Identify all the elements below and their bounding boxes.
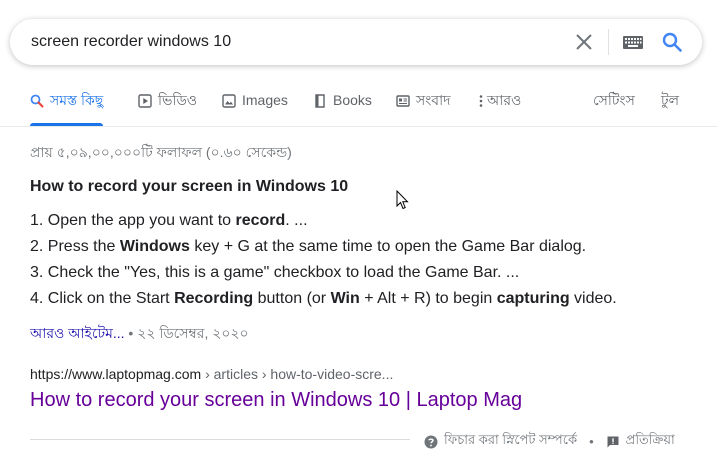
- feedback-link[interactable]: প্রতিক্রিয়া: [626, 431, 675, 452]
- search-icon: [30, 94, 44, 108]
- step-text: 2. Press the: [30, 238, 120, 255]
- footer-separator: •: [589, 434, 594, 449]
- book-icon: [315, 94, 325, 108]
- snippet-step: 1. Open the app you want to record. ...: [30, 210, 617, 236]
- tab-images[interactable]: Images: [222, 90, 288, 126]
- clear-icon[interactable]: [575, 33, 593, 51]
- snippet-title: How to record your screen in Windows 10: [30, 178, 348, 196]
- tab-books[interactable]: Books: [313, 90, 372, 126]
- snippet-title-text: How to: [30, 178, 88, 195]
- snippet-step: 3. Check the "Yes, this is a game" check…: [30, 262, 617, 288]
- step-text-bold: record: [235, 212, 286, 229]
- step-text: 4. Click on the Start: [30, 290, 175, 307]
- step-text-bold: Windows: [119, 238, 190, 255]
- more-items-link[interactable]: আরও আইটেম...: [30, 325, 125, 341]
- snippet-footer: ফিচার করা স্নিপেট সম্পর্কে • প্রতিক্রিয়…: [424, 431, 675, 452]
- snippet-title-text: in: [232, 178, 256, 195]
- settings-link[interactable]: সেটিংস: [593, 90, 635, 126]
- tools-link[interactable]: টুল: [661, 90, 679, 126]
- more-vert-icon: [479, 95, 483, 107]
- snippet-steps: 1. Open the app you want to record. ... …: [30, 210, 617, 314]
- tab-videos[interactable]: ভিডিও: [138, 90, 197, 126]
- feedback-icon: [607, 436, 619, 447]
- step-text-bold: Recording: [174, 290, 254, 307]
- snippet-divider: [30, 439, 410, 440]
- help-icon: [424, 435, 438, 448]
- snippet-date: • ২২ ডিসেম্বর, ২০২০: [124, 325, 249, 341]
- snippet-step: 4. Click on the Start Recording button (…: [30, 288, 617, 314]
- tabs-divider: [0, 126, 717, 127]
- result-domain: https://www.laptopmag.com: [30, 366, 202, 382]
- tab-all[interactable]: সমস্ত কিছু: [30, 90, 104, 126]
- snippet-step: 2. Press the Windows key + G at the same…: [30, 236, 617, 262]
- mouse-cursor-icon: [396, 190, 409, 210]
- result-url[interactable]: https://www.laptopmag.com › articles › h…: [30, 366, 393, 382]
- search-tabs: সমস্ত কিছু ভিডিও Images Books সংবাদ আরও …: [0, 90, 717, 126]
- snippet-title-text: record: [87, 178, 138, 195]
- image-icon: [222, 94, 236, 108]
- search-divider: [608, 29, 609, 55]
- search-input[interactable]: screen recorder windows 10: [31, 33, 231, 51]
- tab-label: ভিডিও: [158, 92, 198, 108]
- tab-more[interactable]: আরও: [478, 90, 521, 126]
- tab-label: Images: [242, 92, 288, 108]
- settings-label: সেটিংস: [593, 92, 635, 108]
- video-icon: [138, 94, 152, 108]
- step-text: 1. Open the app you want to: [30, 212, 236, 229]
- step-text: video.: [569, 290, 617, 307]
- tab-label: সংবাদ: [416, 92, 451, 108]
- news-icon: [396, 95, 410, 107]
- snippet-title-text: Windows 10: [255, 178, 349, 195]
- snippet-title-text: your: [137, 178, 182, 195]
- tools-label: টুল: [661, 92, 680, 108]
- tab-news[interactable]: সংবাদ: [396, 90, 450, 126]
- result-breadcrumb: › articles › how-to-video-scre...: [201, 366, 394, 382]
- result-stats: প্রায় ৫,০৯,০০,০০০টি ফলাফল (০.৬০ সেকেন্ড…: [30, 144, 292, 160]
- tab-label: আরও: [487, 92, 522, 108]
- snippet-title-text: screen: [181, 178, 233, 195]
- snippet-more-row: আরও আইটেম... • ২২ ডিসেম্বর, ২০২০: [30, 322, 249, 346]
- search-box[interactable]: screen recorder windows 10: [10, 19, 702, 65]
- step-text-bold: Win: [330, 290, 360, 307]
- step-text: . ...: [285, 212, 308, 229]
- tab-label: সমস্ত কিছু: [50, 92, 104, 108]
- step-text-bold: capturing: [496, 290, 570, 307]
- keyboard-icon[interactable]: [623, 36, 643, 49]
- search-icon[interactable]: [662, 32, 682, 52]
- step-text: + Alt + R) to begin: [359, 290, 497, 307]
- about-snippets-link[interactable]: ফিচার করা স্নিপেট সম্পর্কে: [444, 431, 577, 452]
- step-text: key + G at the same time to open the Gam…: [189, 238, 587, 255]
- result-title-link[interactable]: How to record your screen in Windows 10 …: [30, 389, 522, 412]
- step-text: 3. Check the "Yes, this is a game" check…: [30, 264, 520, 281]
- step-text: button (or: [253, 290, 331, 307]
- tab-label: Books: [333, 92, 372, 108]
